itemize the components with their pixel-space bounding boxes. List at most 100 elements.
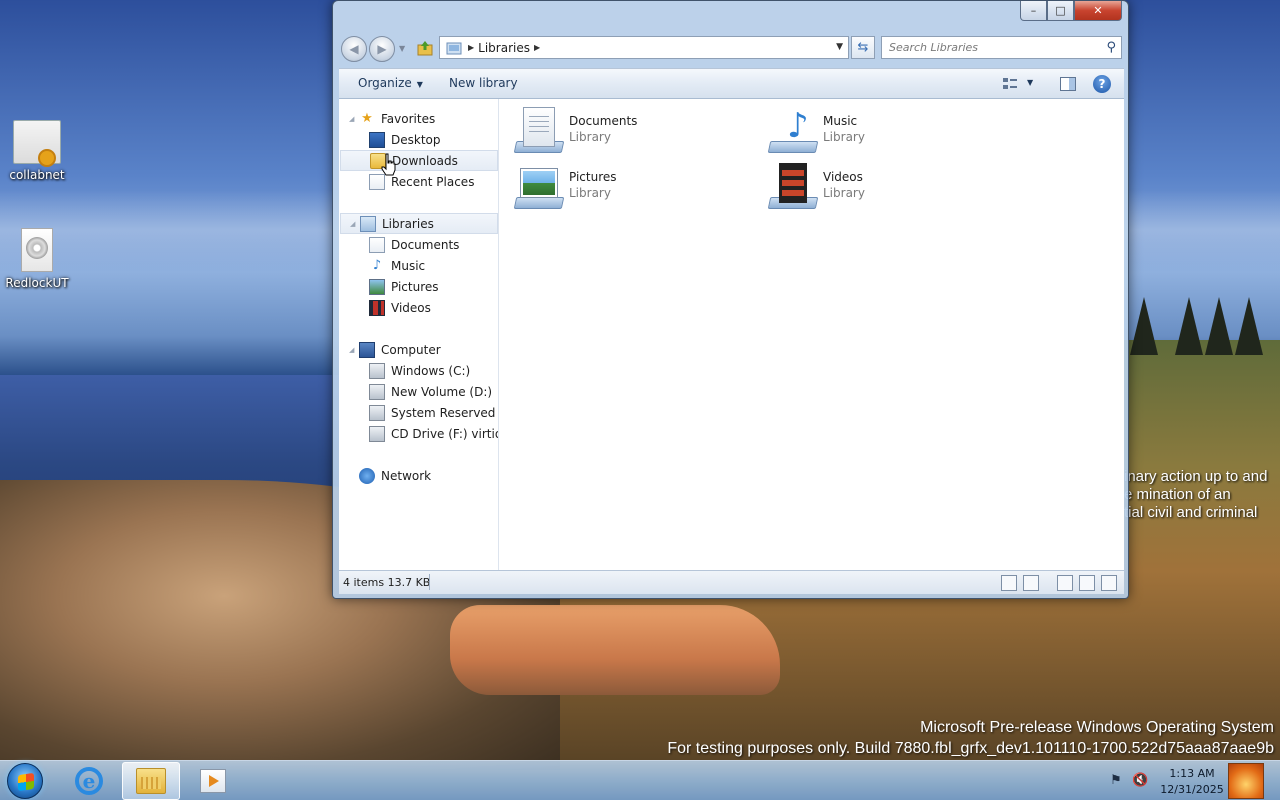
forward-arrow-icon: ▶ [377,42,387,56]
new-library-label: New library [449,76,518,90]
nav-downloads[interactable]: Downloads [340,150,498,171]
start-button[interactable] [7,763,43,799]
cd-drive-icon [369,425,385,442]
wallpaper-tree [1175,297,1203,355]
library-name: Documents [569,114,638,128]
nav-documents[interactable]: Documents [339,234,497,255]
nav-drive-f[interactable]: CD Drive (F:) virtio-win [339,423,498,444]
nav-network[interactable]: Network [339,465,497,486]
breadcrumb-separator-icon[interactable]: ▶ [468,43,474,52]
computer-icon [359,341,375,358]
nav-favorites[interactable]: ◢ ★ Favorites [339,108,497,129]
layout-details-pane-icon[interactable] [1079,575,1095,591]
up-folder-icon[interactable] [417,40,433,56]
library-tile-videos[interactable]: Videos Library [767,160,999,210]
background-text-line: e mination of an [1124,486,1231,503]
library-tile-pictures[interactable]: Pictures Library [513,160,745,210]
search-icon[interactable]: ⚲ [1106,40,1116,55]
hand-cursor-icon [381,153,396,176]
details-view-icon[interactable] [1001,575,1017,591]
nav-drive-e[interactable]: System Reserved (E:) [339,402,498,423]
taskbar-internet-explorer[interactable]: e [60,762,118,800]
expand-arrow-icon[interactable]: ◢ [350,220,355,228]
wallpaper-tree [1205,297,1233,355]
clock-time: 1:13 AM [1169,767,1215,780]
nav-libraries-label: Libraries [382,216,434,231]
back-button[interactable]: ◀ [341,36,367,62]
desktop-icon [369,131,385,148]
wallpaper-tree [1130,297,1158,355]
music-note-icon: ♪ [372,258,382,273]
certificate-icon [13,120,61,167]
taskbar-windows-explorer[interactable] [122,762,180,800]
search-box[interactable]: ⚲ [881,36,1122,59]
library-tile-music[interactable]: ♪ Music Library [767,104,999,154]
close-button[interactable]: ✕ [1074,1,1122,21]
desktop-icon-label: collabnet [9,168,65,182]
drive-icon [369,383,385,400]
action-center-flag-icon[interactable]: ⚑ [1108,773,1124,789]
desktop-icon-collabnet[interactable]: collabnet [0,120,74,182]
change-view-icon[interactable] [1001,75,1019,93]
nav-drive-e-label: System Reserved (E:) [391,405,498,420]
nav-videos-label: Videos [391,300,431,315]
nav-favorites-label: Favorites [381,111,436,126]
nav-downloads-label: Downloads [392,153,458,168]
refresh-icon: ⇆ [857,40,869,55]
nav-recent-places[interactable]: Recent Places [339,171,497,192]
desktop-icon-redlockut[interactable]: RedlockUT [0,228,74,290]
network-icon [359,467,375,484]
nav-drive-c[interactable]: Windows (C:) [339,360,497,381]
explorer-window[interactable]: – □ ✕ ◀ ▶ ▼ ▶ Libraries ▶ ▼ ⇆ ⚲ Organize… [332,0,1129,599]
search-input[interactable] [882,37,1092,58]
nav-computer[interactable]: ◢ Computer [339,339,497,360]
refresh-button[interactable]: ⇆ [851,36,875,59]
expand-arrow-icon[interactable]: ◢ [349,115,354,123]
recent-pages-dropdown-icon[interactable]: ▼ [399,44,405,53]
organize-button[interactable]: Organize ▼ [358,76,423,90]
nav-music[interactable]: ♪ Music [339,255,497,276]
help-icon[interactable]: ? [1093,75,1111,93]
maximize-button[interactable]: □ [1047,1,1074,21]
library-name: Videos [823,170,863,184]
caption-buttons: – □ ✕ [1020,1,1122,21]
library-tile-documents[interactable]: Documents Library [513,104,745,154]
nav-pictures-label: Pictures [391,279,439,294]
taskbar-media-player[interactable] [184,762,242,800]
navigation-pane[interactable]: ◢ ★ Favorites Desktop Downloads Recent P… [339,99,499,570]
wallpaper-tree [1235,297,1263,355]
large-icons-view-icon[interactable] [1023,575,1039,591]
volume-muted-icon[interactable]: 🔇 [1132,773,1148,789]
nav-libraries[interactable]: ◢ Libraries [340,213,498,234]
nav-pictures[interactable]: Pictures [339,276,497,297]
address-bar[interactable]: ▶ Libraries ▶ ▼ [439,36,849,59]
file-list[interactable]: Documents Library ♪ Music Library Pictures… [499,99,1124,570]
nav-drive-d[interactable]: New Volume (D:) [339,381,497,402]
breadcrumb-libraries[interactable]: Libraries [478,41,530,55]
layout-navigation-pane-icon[interactable] [1057,575,1073,591]
nav-desktop[interactable]: Desktop [339,129,497,150]
minimize-button[interactable]: – [1020,1,1047,21]
nav-computer-label: Computer [381,342,441,357]
breadcrumb-separator-icon[interactable]: ▶ [534,43,540,52]
library-type: Library [823,130,865,144]
videos-icon [369,299,385,316]
nav-recent-places-label: Recent Places [391,174,475,189]
view-options-dropdown-icon[interactable]: ▼ [1027,78,1033,87]
show-desktop-button[interactable] [1228,763,1264,799]
status-bar: 4 items 13.7 KB [339,570,1124,594]
layout-preview-pane-icon[interactable] [1101,575,1117,591]
disc-file-icon [21,228,53,272]
address-history-dropdown-icon[interactable]: ▼ [836,42,843,52]
library-name: Music [823,114,858,128]
expand-arrow-icon[interactable]: ◢ [349,346,354,354]
status-separator [429,574,430,590]
library-type: Library [569,130,611,144]
new-library-button[interactable]: New library [449,76,518,90]
system-clock[interactable]: 1:13 AM 12/31/2025 [1156,766,1228,798]
clock-date: 12/31/2025 [1160,783,1224,796]
background-text-line: tial civil and criminal [1124,504,1258,521]
nav-videos[interactable]: Videos [339,297,497,318]
preview-pane-icon[interactable] [1059,75,1077,93]
forward-button[interactable]: ▶ [369,36,395,62]
